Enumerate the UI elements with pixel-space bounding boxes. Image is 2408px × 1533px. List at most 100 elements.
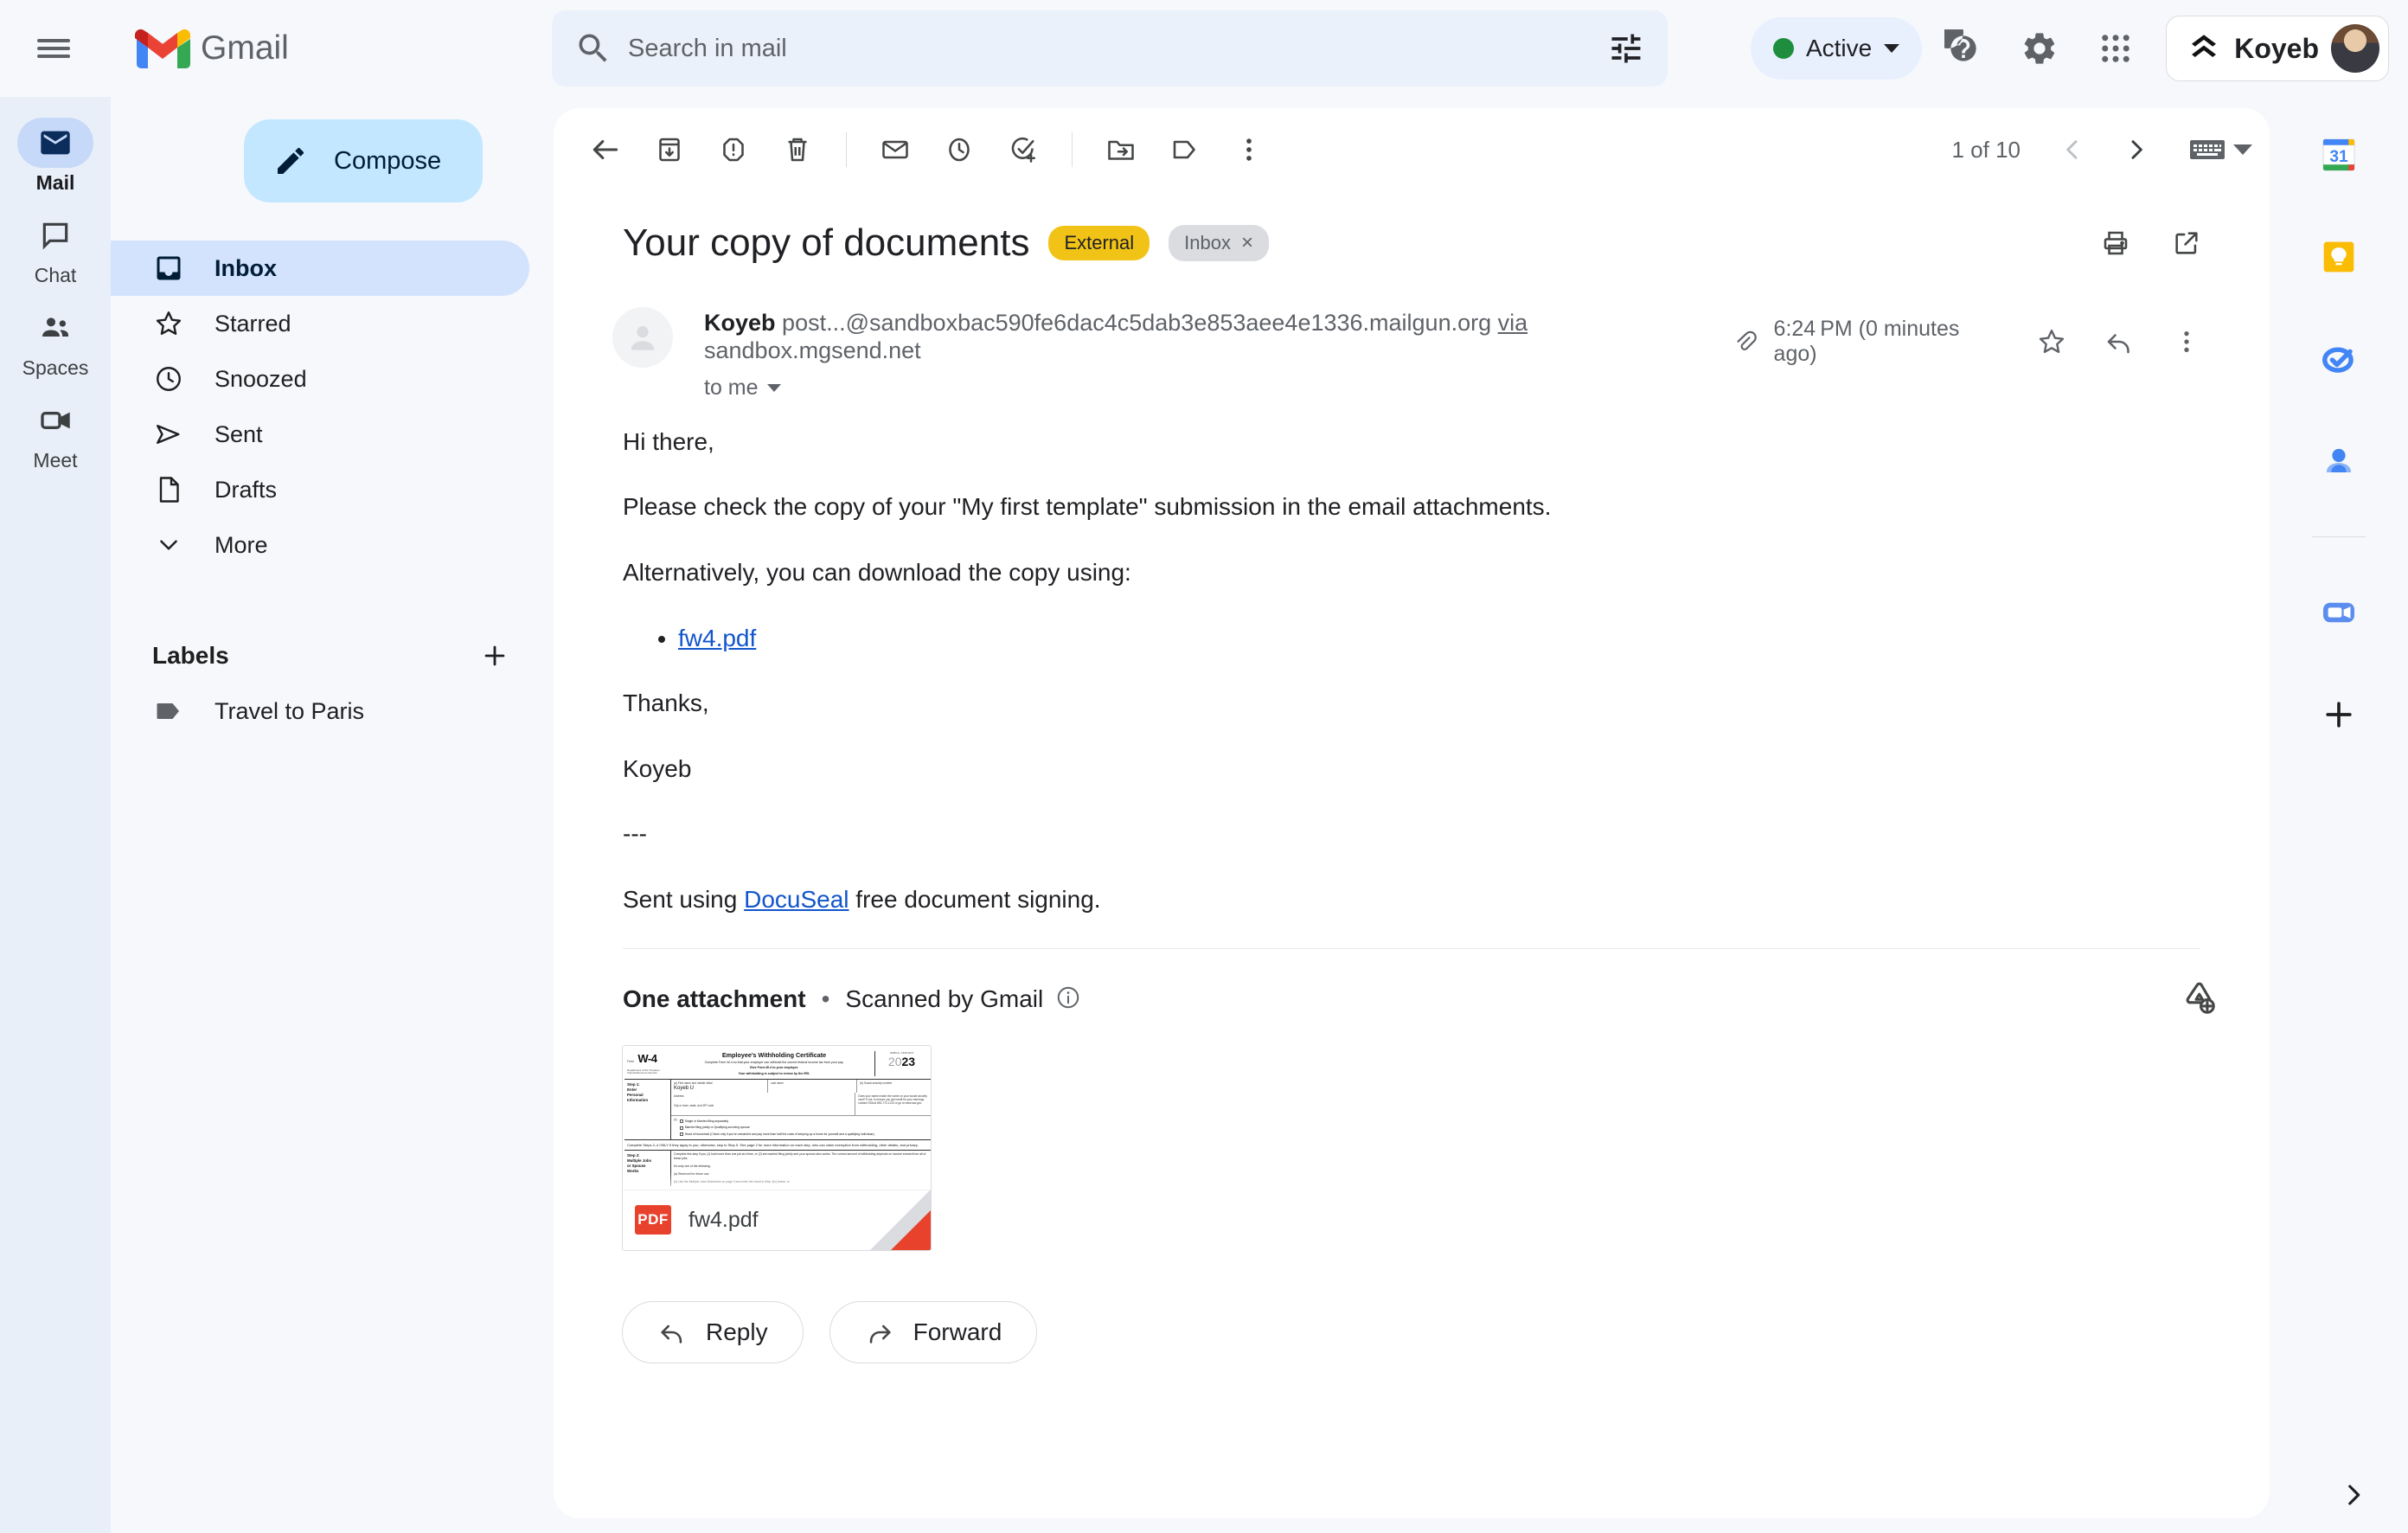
- chevron-down-icon: [152, 529, 185, 561]
- add-to-tasks-button[interactable]: [992, 119, 1054, 181]
- calendar-icon[interactable]: 31: [2312, 128, 2366, 182]
- paperclip-icon: [1737, 330, 1757, 350]
- sidebar-item-inbox[interactable]: Inbox: [111, 241, 529, 296]
- rail-item-meet[interactable]: Meet: [5, 395, 106, 472]
- w4-field-b: (b) Social security number: [860, 1081, 893, 1086]
- list-item: fw4.pdf: [678, 621, 2200, 657]
- reply-label: Reply: [706, 1318, 768, 1345]
- search-icon[interactable]: [574, 29, 612, 67]
- gmail-logo[interactable]: Gmail: [135, 27, 289, 70]
- sidebar-label-travel-to-paris: Travel to Paris: [215, 697, 365, 724]
- via-link[interactable]: via: [1498, 310, 1528, 336]
- sidebar-item-more[interactable]: More: [111, 517, 529, 573]
- account-chip[interactable]: Koyeb: [2166, 16, 2389, 81]
- star-icon: [152, 307, 185, 340]
- keep-icon[interactable]: [2312, 230, 2366, 284]
- keyboard-input-tools[interactable]: [2190, 138, 2252, 162]
- gear-icon[interactable]: [2005, 14, 2074, 83]
- sender-right-actions: 6:24 PM (0 minutes ago): [1730, 304, 2218, 373]
- main-menu-hamburger-icon[interactable]: [16, 10, 92, 87]
- docuseal-link[interactable]: DocuSeal: [744, 886, 849, 913]
- chip-external-label: External: [1064, 232, 1135, 253]
- via-domain: sandbox.mgsend.net: [704, 337, 921, 364]
- add-to-drive-icon[interactable]: [2180, 978, 2218, 1021]
- toolbar-divider: [846, 132, 847, 167]
- recipient-expander[interactable]: to me: [704, 375, 781, 401]
- archive-button[interactable]: [638, 119, 701, 181]
- star-button[interactable]: [2021, 311, 2083, 373]
- back-button[interactable]: [574, 119, 637, 181]
- chevron-right-icon: [2131, 140, 2142, 159]
- message-more-button[interactable]: [2155, 311, 2218, 373]
- search-input[interactable]: [628, 34, 1607, 63]
- print-button[interactable]: [2085, 212, 2147, 274]
- status-active-pill[interactable]: Active: [1750, 17, 1923, 80]
- next-email-button[interactable]: [2105, 119, 2168, 181]
- chip-external[interactable]: External: [1048, 226, 1150, 260]
- chevron-down-icon: [1884, 44, 1900, 53]
- contacts-icon[interactable]: [2312, 434, 2366, 488]
- reply-arrow-icon: [661, 1325, 682, 1344]
- grid-apps-icon[interactable]: [2081, 14, 2150, 83]
- footer-prefix: Sent using: [623, 885, 745, 913]
- label-tag-icon: [1173, 140, 1195, 159]
- add-label-plus-icon[interactable]: [471, 632, 519, 680]
- info-circle-icon[interactable]: [1055, 985, 1081, 1015]
- rail-item-chat[interactable]: Chat: [5, 210, 106, 287]
- w4-dept-line2: Internal Revenue Service: [627, 1071, 657, 1075]
- sender-meta: Koyeb post...@sandboxbac590fe6dac4c5dab3…: [704, 304, 1730, 401]
- checkbox[interactable]: [679, 1119, 683, 1124]
- report-spam-button[interactable]: [702, 119, 765, 181]
- chip-inbox[interactable]: Inbox ×: [1169, 225, 1270, 261]
- tune-filter-icon[interactable]: [1607, 29, 1645, 67]
- clock-icon: [152, 362, 185, 395]
- attachments-header: One attachment • Scanned by Gmail: [554, 949, 2270, 1021]
- corner-fold-accent: [891, 1209, 931, 1250]
- avatar[interactable]: [2331, 24, 2379, 73]
- chat-bubble-icon: [17, 210, 93, 260]
- prev-email-button[interactable]: [2041, 119, 2104, 181]
- snooze-button[interactable]: [928, 119, 990, 181]
- arrow-left-icon: [592, 139, 618, 160]
- expand-panel-chevron-right-icon[interactable]: [2339, 1480, 2368, 1514]
- rail-item-mail[interactable]: Mail: [5, 118, 106, 195]
- labels-button[interactable]: [1154, 119, 1216, 181]
- forward-button[interactable]: Forward: [829, 1300, 1038, 1363]
- meet-icon[interactable]: [2312, 586, 2366, 639]
- people-group-icon: [17, 303, 93, 353]
- attachment-card-fw4[interactable]: Form W-4 Department of the Treasury Inte…: [622, 1044, 932, 1251]
- close-icon[interactable]: ×: [1241, 231, 1253, 255]
- add-apps-icon[interactable]: [2312, 688, 2366, 741]
- checkbox[interactable]: [679, 1126, 683, 1130]
- sidebar-item-drafts[interactable]: Drafts: [111, 462, 529, 517]
- attachment-download-link[interactable]: fw4.pdf: [678, 625, 756, 651]
- attachments-separator: •: [821, 985, 830, 1013]
- sidebar-item-sent[interactable]: Sent: [111, 407, 529, 462]
- reply-button-header[interactable]: [2088, 311, 2150, 373]
- body-thanks: Thanks,: [623, 690, 709, 717]
- mark-unread-button[interactable]: [864, 119, 926, 181]
- add-to-tasks-icon: [1011, 137, 1036, 163]
- sidebar-label-inbox: Inbox: [215, 254, 277, 281]
- reply-button[interactable]: Reply: [622, 1300, 804, 1363]
- w4-check1: Single or Married filing separately: [684, 1119, 729, 1123]
- w4-year-prefix: 20: [887, 1054, 902, 1068]
- sidebar-item-starred[interactable]: Starred: [111, 296, 529, 351]
- checkbox[interactable]: [679, 1132, 683, 1137]
- rail-item-spaces[interactable]: Spaces: [5, 303, 106, 380]
- sender-name: Koyeb: [704, 310, 776, 336]
- subject-row: Your copy of documents External Inbox ×: [554, 191, 2270, 274]
- tasks-icon[interactable]: [2312, 332, 2366, 386]
- sidebar-item-label-travel-to-paris[interactable]: Travel to Paris: [111, 683, 529, 739]
- delete-button[interactable]: [766, 119, 829, 181]
- send-paper-plane-icon: [152, 418, 185, 451]
- open-in-new-window-button[interactable]: [2155, 212, 2218, 274]
- w4-field-a-value: Koyeb U: [674, 1086, 695, 1092]
- move-to-folder-button[interactable]: [1090, 119, 1152, 181]
- sidebar-item-snoozed[interactable]: Snoozed: [111, 351, 529, 407]
- search-bar[interactable]: [552, 10, 1668, 87]
- more-options-button[interactable]: [1218, 119, 1280, 181]
- body-signature: Koyeb: [623, 754, 692, 782]
- help-circle-icon[interactable]: [1929, 14, 1998, 83]
- compose-button[interactable]: Compose: [244, 119, 483, 202]
